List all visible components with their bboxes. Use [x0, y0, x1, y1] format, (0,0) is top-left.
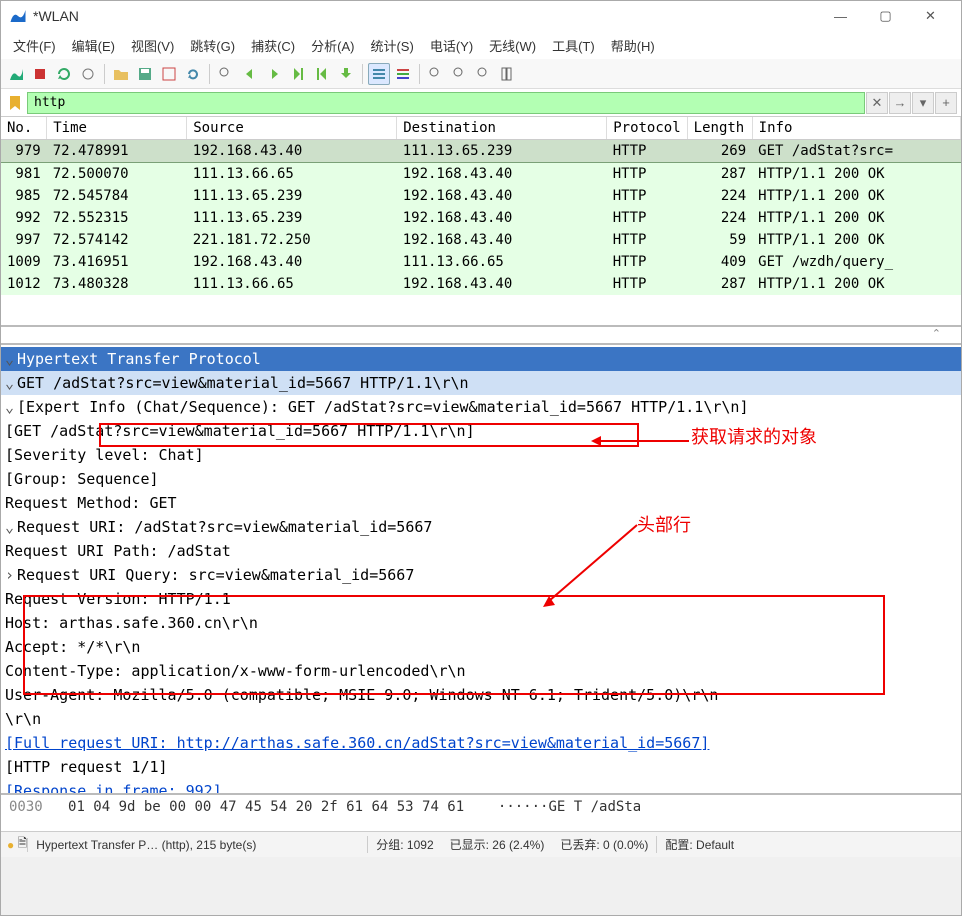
add-filter-icon[interactable]: +: [935, 92, 957, 114]
open-file-icon[interactable]: [110, 63, 132, 85]
menu-telephony[interactable]: 电话(Y): [422, 33, 481, 58]
minimize-button[interactable]: —: [818, 2, 863, 30]
table-row[interactable]: 97972.478991192.168.43.40111.13.65.239HT…: [1, 140, 961, 163]
col-proto[interactable]: Protocol: [607, 117, 687, 140]
toolbar: [1, 59, 961, 89]
get-line: GET /adStat?src=view&material_id=5667 HT…: [17, 374, 469, 392]
go-forward-icon[interactable]: [263, 63, 285, 85]
group: [Group: Sequence]: [5, 470, 159, 488]
resize-columns-icon[interactable]: [497, 63, 519, 85]
expert-info: [Expert Info (Chat/Sequence): GET /adSta…: [17, 398, 749, 416]
uri-query: Request URI Query: src=view&material_id=…: [17, 566, 414, 584]
menubar: 文件(F) 编辑(E) 视图(V) 跳转(G) 捕获(C) 分析(A) 统计(S…: [1, 31, 961, 59]
table-row[interactable]: 98172.500070111.13.66.65192.168.43.40HTT…: [1, 163, 961, 186]
menu-help[interactable]: 帮助(H): [603, 33, 663, 58]
caret-icon[interactable]: ⌄: [5, 515, 17, 539]
status-dropped: 已丢弃: 0 (0.0%): [552, 836, 656, 853]
full-uri-link[interactable]: [Full request URI: http://arthas.safe.36…: [5, 734, 709, 752]
zoom-in-icon[interactable]: [425, 63, 447, 85]
menu-analyze[interactable]: 分析(A): [303, 33, 362, 58]
status-groups: 分组: 1092: [367, 836, 441, 853]
response-frame-link[interactable]: [Response in frame: 992]: [5, 782, 222, 795]
start-capture-icon[interactable]: [5, 63, 27, 85]
caret-icon[interactable]: ⌄: [5, 371, 17, 395]
col-dest[interactable]: Destination: [397, 117, 607, 140]
zoom-out-icon[interactable]: [449, 63, 471, 85]
status-bar: ● 🗎 Hypertext Transfer P… (http), 215 by…: [1, 831, 961, 857]
request-number: [HTTP request 1/1]: [5, 758, 168, 776]
hex-bytes: 01 04 9d be 00 00 47 45 54 20 2f 61 64 5…: [68, 799, 464, 815]
filter-history-icon[interactable]: ▾: [912, 92, 934, 114]
wireshark-icon: [9, 7, 27, 25]
menu-capture[interactable]: 捕获(C): [243, 33, 303, 58]
col-no[interactable]: No.: [1, 117, 47, 140]
bookmark-icon[interactable]: [5, 93, 25, 113]
find-icon[interactable]: [215, 63, 237, 85]
capture-file-icon[interactable]: 🗎: [18, 834, 28, 855]
caret-icon[interactable]: ⌄: [5, 347, 17, 371]
arrow-icon: [591, 435, 691, 451]
save-file-icon[interactable]: [134, 63, 156, 85]
close-button[interactable]: ✕: [908, 2, 953, 30]
table-row[interactable]: 99772.574142221.181.72.250192.168.43.40H…: [1, 229, 961, 251]
hex-offset: 0030: [9, 799, 43, 815]
capture-options-icon[interactable]: [77, 63, 99, 85]
col-source[interactable]: Source: [187, 117, 397, 140]
maximize-button[interactable]: ▢: [863, 2, 908, 30]
apply-filter-icon[interactable]: →: [889, 92, 911, 114]
packet-list[interactable]: No. Time Source Destination Protocol Len…: [1, 117, 961, 327]
uri-path: Request URI Path: /adStat: [5, 542, 231, 560]
status-proto: Hypertext Transfer P… (http), 215 byte(s…: [27, 838, 367, 852]
zoom-reset-icon[interactable]: [473, 63, 495, 85]
expert-indicator-icon[interactable]: ●: [7, 838, 14, 852]
proto-name: Hypertext Transfer Protocol: [17, 350, 261, 368]
annotation-label-2: 头部行: [637, 511, 691, 540]
menu-wireless[interactable]: 无线(W): [481, 33, 544, 58]
caret-icon[interactable]: ⌄: [5, 395, 17, 419]
menu-view[interactable]: 视图(V): [123, 33, 182, 58]
status-profile[interactable]: 配置: Default: [656, 836, 742, 853]
annotation-label-1: 获取请求的对象: [691, 423, 817, 452]
goto-packet-icon[interactable]: [287, 63, 309, 85]
menu-tools[interactable]: 工具(T): [544, 33, 603, 58]
colorize-icon[interactable]: [392, 63, 414, 85]
window-title: *WLAN: [33, 8, 818, 24]
auto-scroll-icon[interactable]: [368, 63, 390, 85]
request-method: Request Method: GET: [5, 494, 177, 512]
col-info[interactable]: Info: [752, 117, 960, 140]
menu-stats[interactable]: 统计(S): [362, 33, 421, 58]
caret-icon[interactable]: ›: [5, 563, 17, 587]
reload-icon[interactable]: [182, 63, 204, 85]
filter-bar: ✕ → ▾ +: [1, 89, 961, 117]
goto-first-icon[interactable]: [311, 63, 333, 85]
status-shown: 已显示: 26 (2.4%): [442, 836, 553, 853]
go-back-icon[interactable]: [239, 63, 261, 85]
titlebar: *WLAN — ▢ ✕: [1, 1, 961, 31]
close-file-icon[interactable]: [158, 63, 180, 85]
table-row[interactable]: 98572.545784111.13.65.239192.168.43.40HT…: [1, 185, 961, 207]
severity: [Severity level: Chat]: [5, 446, 204, 464]
annotation-box-1: [99, 423, 639, 447]
annotation-box-2: [23, 595, 885, 695]
hex-ascii: ······GE T /adSta: [498, 799, 641, 815]
request-uri: Request URI: /adStat?src=view&material_i…: [17, 518, 432, 536]
restart-capture-icon[interactable]: [53, 63, 75, 85]
menu-edit[interactable]: 编辑(E): [64, 33, 123, 58]
menu-file[interactable]: 文件(F): [5, 33, 64, 58]
goto-last-icon[interactable]: [335, 63, 357, 85]
clear-filter-icon[interactable]: ✕: [866, 92, 888, 114]
col-time[interactable]: Time: [47, 117, 187, 140]
arrow-icon: [541, 523, 641, 613]
col-len[interactable]: Length: [687, 117, 752, 140]
menu-go[interactable]: 跳转(G): [182, 33, 243, 58]
table-row[interactable]: 99272.552315111.13.65.239192.168.43.40HT…: [1, 207, 961, 229]
display-filter-input[interactable]: [27, 92, 865, 114]
packet-details[interactable]: ⌄Hypertext Transfer Protocol ⌄GET /adSta…: [1, 345, 961, 795]
table-row[interactable]: 100973.416951192.168.43.40111.13.66.65HT…: [1, 251, 961, 273]
goto-hint: ⌃: [1, 327, 961, 345]
hex-pane[interactable]: 0030 01 04 9d be 00 00 47 45 54 20 2f 61…: [1, 795, 961, 831]
table-row[interactable]: 101273.480328111.13.66.65192.168.43.40HT…: [1, 273, 961, 295]
crlf: \r\n: [5, 710, 41, 728]
stop-capture-icon[interactable]: [29, 63, 51, 85]
